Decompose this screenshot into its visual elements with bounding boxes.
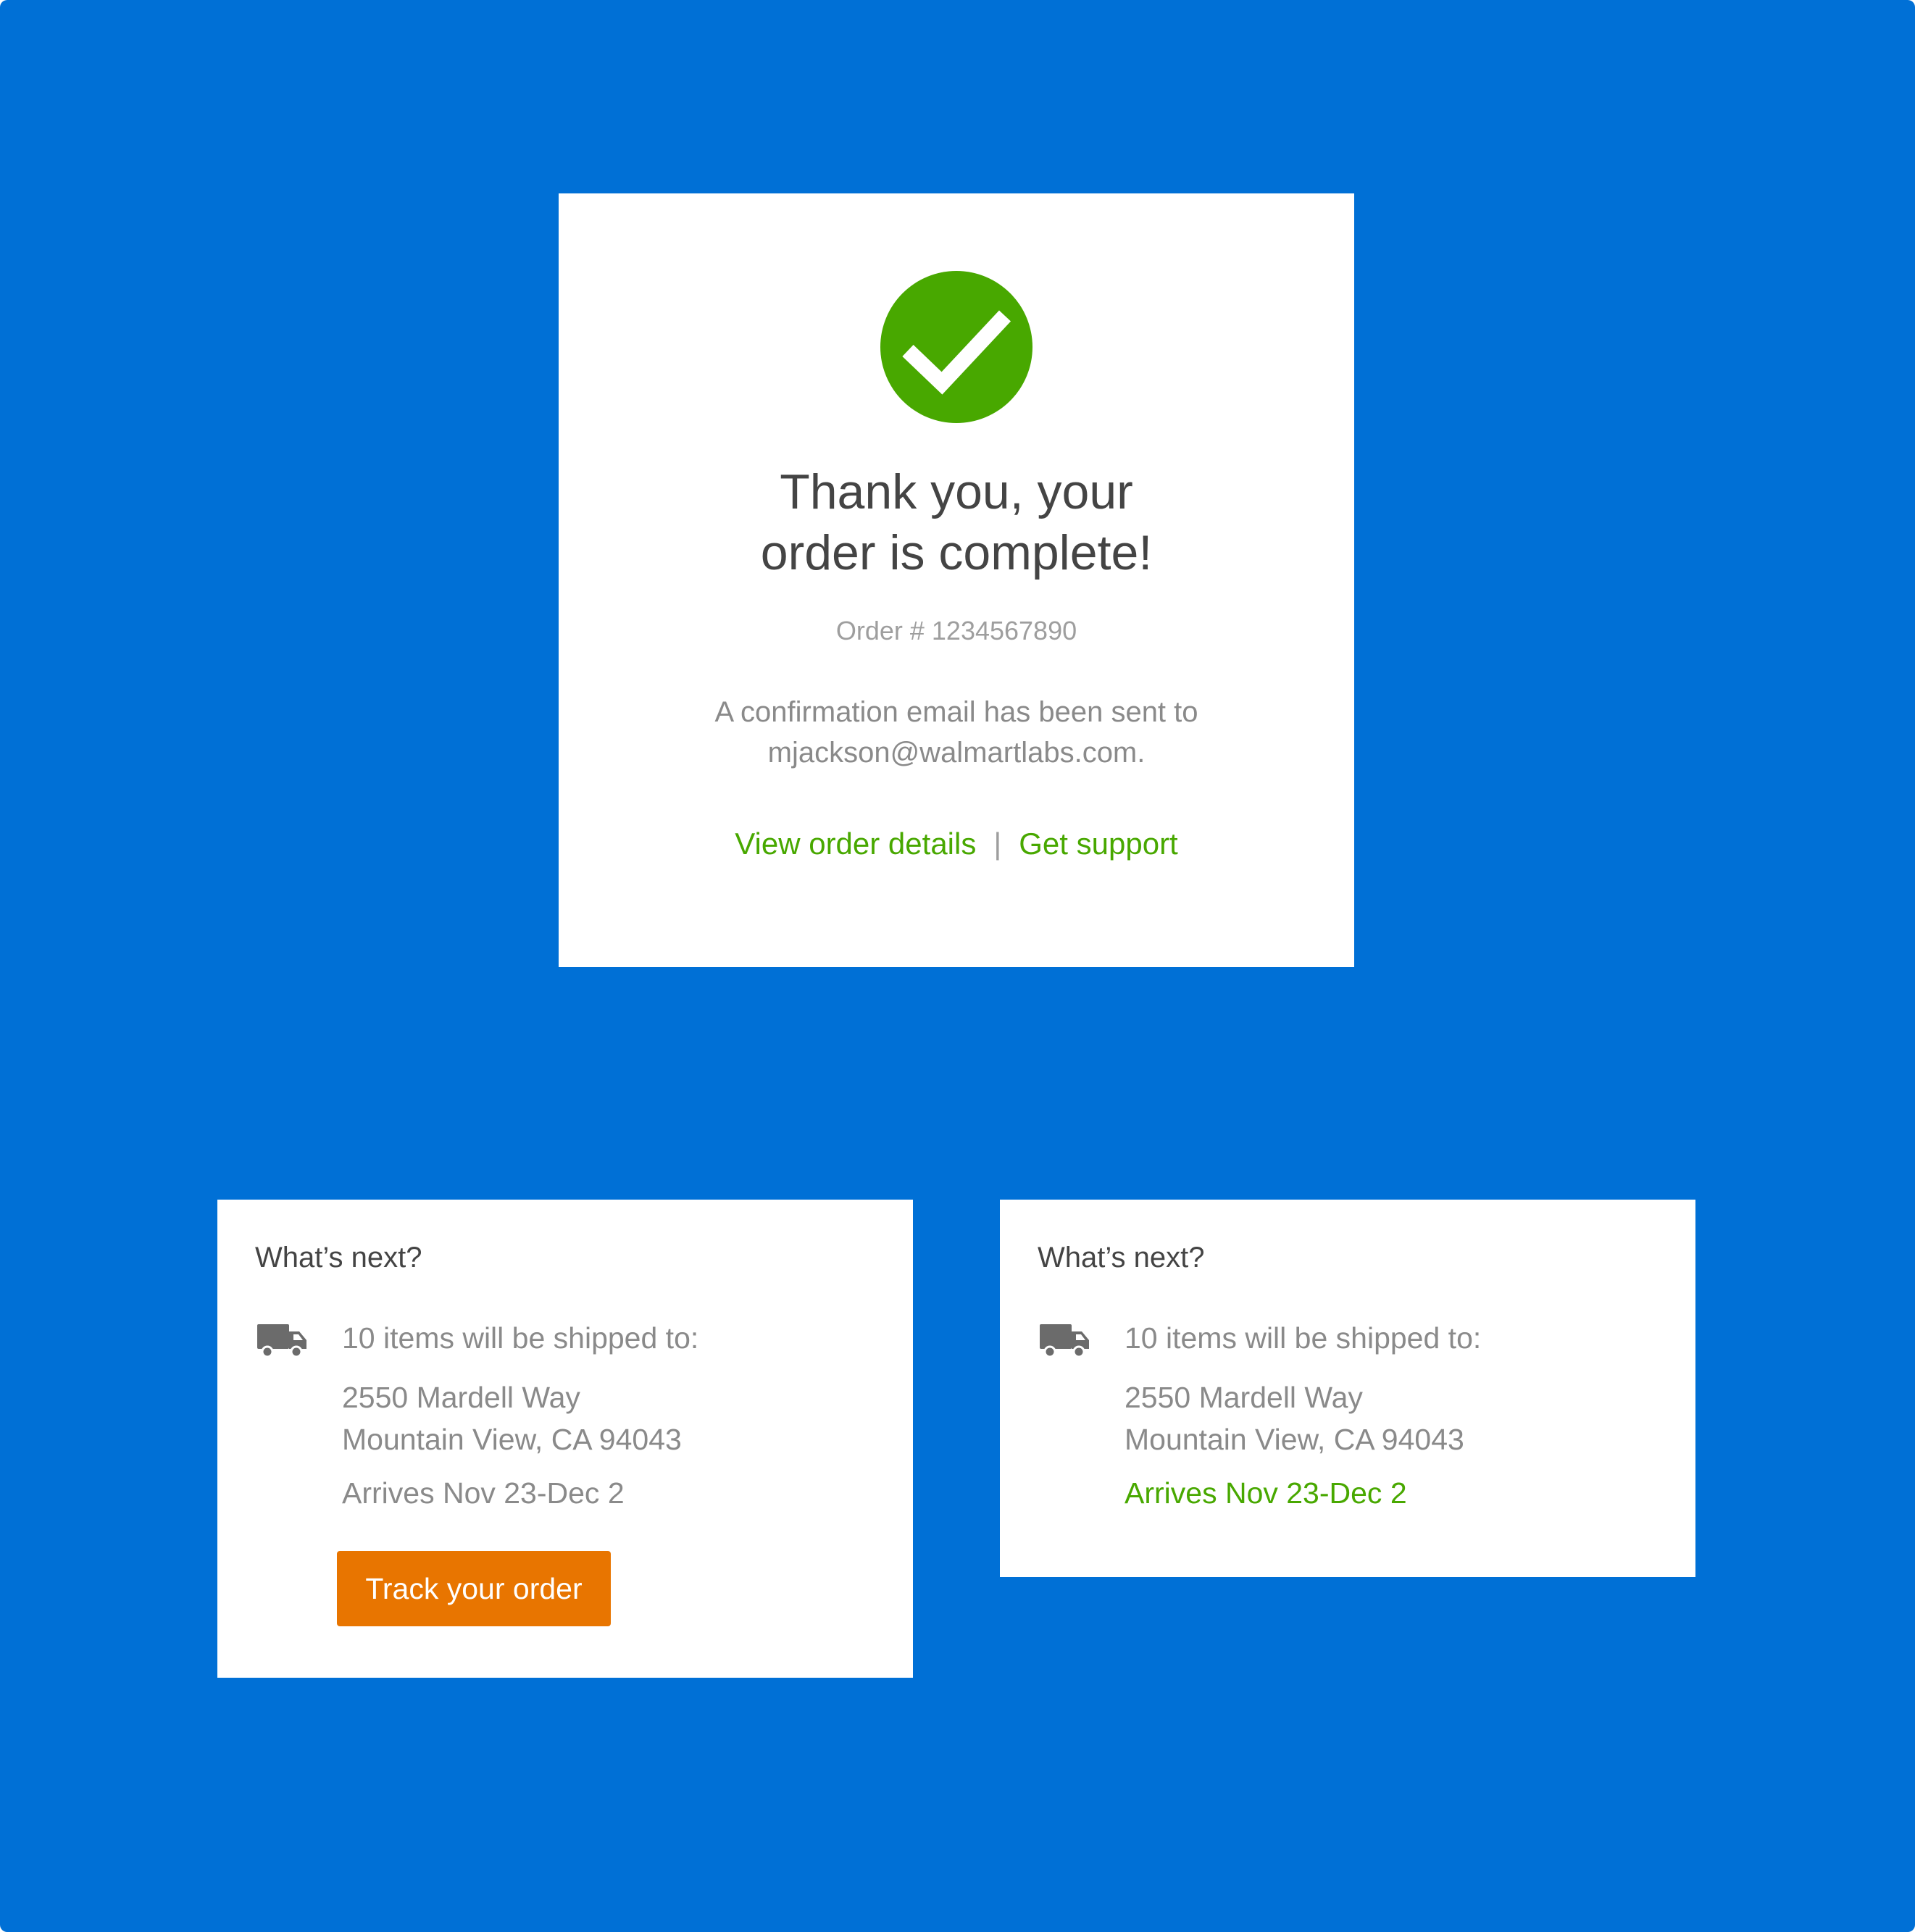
order-links: View order details | Get support: [559, 824, 1354, 864]
view-order-details-link[interactable]: View order details: [735, 827, 976, 861]
order-number: Order # 1234567890: [835, 616, 1077, 645]
email-line-1: A confirmation email has been sent to: [714, 696, 1198, 728]
title-line-1: Thank you, your: [780, 464, 1133, 519]
checkmark-icon: [880, 271, 1032, 423]
link-separator: |: [993, 827, 1002, 861]
confirmation-email-text: A confirmation email has been sent to mj…: [559, 692, 1354, 773]
title-line-2: order is complete!: [760, 525, 1153, 580]
address-line-1: 2550 Mardell Way: [1125, 1381, 1363, 1414]
confirmation-title: Thank you, your order is complete!: [559, 461, 1354, 583]
whats-next-card: What’s next? 10 items will be shipped to…: [1000, 1200, 1695, 1577]
address-line-2: Mountain View, CA 94043: [1125, 1423, 1464, 1456]
order-confirmation-card: Thank you, your order is complete! Order…: [559, 193, 1354, 967]
email-line-2: mjackson@walmartlabs.com.: [767, 737, 1146, 769]
shipping-address: 2550 Mardell Way Mountain View, CA 94043: [342, 1376, 682, 1460]
whats-next-card: What’s next? 10 items will be shipped to…: [217, 1200, 913, 1678]
shipping-count-text: 10 items will be shipped to:: [342, 1321, 699, 1355]
truck-icon: [257, 1324, 308, 1364]
address-line-1: 2550 Mardell Way: [342, 1381, 580, 1414]
truck-icon: [1040, 1324, 1090, 1364]
arrival-date: Arrives Nov 23-Dec 2: [1125, 1476, 1407, 1510]
track-order-button[interactable]: Track your order: [337, 1551, 611, 1626]
address-line-2: Mountain View, CA 94043: [342, 1423, 682, 1456]
page-background: Thank you, your order is complete! Order…: [0, 0, 1915, 1932]
whats-next-title: What’s next?: [255, 1242, 422, 1274]
arrival-date: Arrives Nov 23-Dec 2: [342, 1476, 625, 1510]
shipping-address: 2550 Mardell Way Mountain View, CA 94043: [1125, 1376, 1464, 1460]
whats-next-title: What’s next?: [1038, 1242, 1205, 1274]
shipping-count-text: 10 items will be shipped to:: [1125, 1321, 1482, 1355]
get-support-link[interactable]: Get support: [1019, 827, 1177, 861]
